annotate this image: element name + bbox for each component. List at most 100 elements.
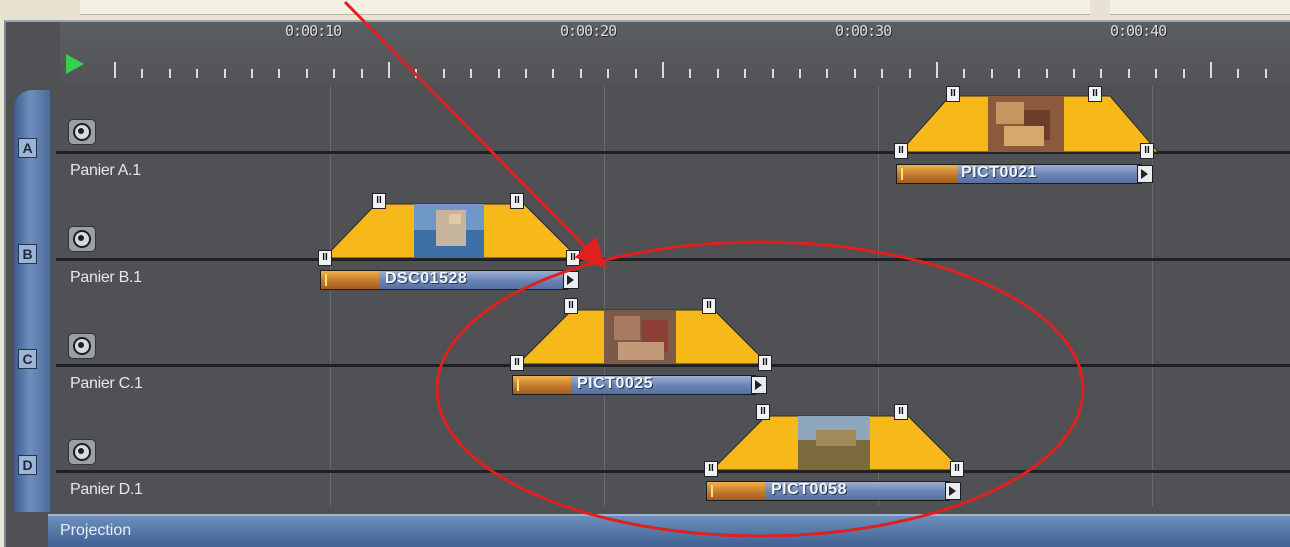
ruler-tick (634, 69, 637, 78)
ruler-tick (415, 69, 418, 78)
clip-bar[interactable]: PICT0025 (512, 375, 767, 395)
keyframe-marker[interactable]: II (702, 298, 716, 314)
track-name: Panier B.1 (70, 269, 142, 286)
clip-progress (707, 482, 765, 500)
time-ruler[interactable]: 0:00:10 0:00:20 0:00:30 0:00:40 (60, 22, 1290, 84)
keyframe-marker[interactable]: II (1140, 143, 1154, 159)
speaker-icon[interactable] (68, 333, 96, 359)
fade-envelope[interactable] (712, 412, 968, 472)
ruler-tick (963, 69, 966, 78)
keyframe-marker[interactable]: II (318, 250, 332, 266)
ruler-tick (662, 62, 664, 78)
clip-end-arrow-icon[interactable] (1137, 165, 1153, 183)
speaker-icon[interactable] (68, 119, 96, 145)
track-line (56, 258, 1290, 261)
track-name: Panier A.1 (70, 162, 141, 179)
clip-bar[interactable]: PICT0021 (896, 164, 1153, 184)
speaker-icon[interactable] (68, 226, 96, 252)
ruler-tick (908, 69, 911, 78)
ruler-tick (881, 69, 884, 78)
ruler-tick (1018, 69, 1021, 78)
keyframe-marker[interactable]: II (950, 461, 964, 477)
ruler-tick (936, 62, 938, 78)
clip-progress (513, 376, 571, 394)
timecode-label: 0:00:20 (560, 22, 617, 40)
track-line (56, 470, 1290, 473)
keyframe-marker[interactable]: II (372, 193, 386, 209)
clip-bar[interactable]: PICT0058 (706, 481, 961, 501)
ruler-tick (1182, 69, 1185, 78)
fade-envelope[interactable] (900, 92, 1160, 154)
keyframe-marker[interactable]: II (564, 298, 578, 314)
ruler-tick (1210, 62, 1212, 78)
keyframe-marker[interactable]: II (510, 355, 524, 371)
ruler-tick (223, 69, 226, 78)
keyframe-marker[interactable]: II (510, 193, 524, 209)
ruler-tick (497, 69, 500, 78)
keyframe-marker[interactable]: II (894, 404, 908, 420)
ruler-tick (826, 69, 829, 78)
clip-caret (901, 168, 903, 180)
ruler-tick (470, 69, 473, 78)
clip-end-arrow-icon[interactable] (751, 376, 767, 394)
speaker-icon[interactable] (68, 439, 96, 465)
ruler-tick (1045, 69, 1048, 78)
ruler-tick (1155, 69, 1158, 78)
track-letter-d[interactable]: D (18, 455, 37, 475)
ruler-tick (552, 69, 555, 78)
clip-name: DSC01528 (385, 270, 468, 287)
clip-name: PICT0058 (771, 481, 848, 498)
grid-line (330, 86, 331, 506)
clip-progress (897, 165, 957, 183)
track-letter-a[interactable]: A (18, 138, 37, 158)
keyframe-marker[interactable]: II (566, 250, 580, 266)
ruler-tick (1237, 69, 1240, 78)
ruler-tick (251, 69, 253, 78)
clip-bar[interactable]: DSC01528 (320, 270, 579, 290)
clip-end-arrow-icon[interactable] (945, 482, 961, 500)
storyboard-timeline-window: 0:00:10 0:00:20 0:00:30 0:00:40 A Panier… (0, 0, 1290, 547)
clip-caret (325, 274, 327, 286)
fade-envelope[interactable] (324, 200, 584, 260)
play-icon[interactable] (66, 54, 84, 74)
ruler-tick (360, 69, 363, 78)
keyframe-marker[interactable]: II (1088, 86, 1102, 102)
ruler-tick (442, 69, 445, 78)
clip-name: PICT0021 (961, 164, 1038, 181)
ruler-tick (278, 69, 281, 78)
clip-caret (711, 485, 713, 497)
status-bar: Projection (48, 514, 1290, 547)
ruler-tick (771, 69, 774, 78)
ruler-tick (305, 69, 308, 78)
track-name: Panier C.1 (70, 375, 143, 392)
ruler-tick (744, 69, 747, 78)
ruler-tick (525, 69, 527, 78)
ruler-tick (579, 69, 582, 78)
ruler-tick (853, 69, 856, 78)
ruler-tick (990, 69, 993, 78)
ruler-tick (1073, 69, 1075, 78)
timecode-label: 0:00:40 (1110, 22, 1167, 40)
track-letter-c[interactable]: C (18, 349, 37, 369)
clip-end-arrow-icon[interactable] (563, 271, 579, 289)
top-toolbar-strip (0, 0, 1290, 22)
ruler-tick (196, 69, 199, 78)
keyframe-marker[interactable]: II (704, 461, 718, 477)
ruler-tick (689, 69, 692, 78)
clip-progress (321, 271, 379, 289)
keyframe-marker[interactable]: II (758, 355, 772, 371)
ruler-tick (716, 69, 719, 78)
ruler-tick (1127, 69, 1130, 78)
track-letter-b[interactable]: B (18, 244, 37, 264)
keyframe-marker[interactable]: II (946, 86, 960, 102)
status-label: Projection (60, 522, 132, 539)
ruler-tick (607, 69, 610, 78)
fade-envelope[interactable] (518, 306, 774, 366)
toolbar-field-right (1110, 0, 1290, 15)
ruler-tick (114, 62, 116, 78)
keyframe-marker[interactable]: II (756, 404, 770, 420)
ruler-tick (168, 69, 171, 78)
keyframe-marker[interactable]: II (894, 143, 908, 159)
ruler-tick (388, 62, 390, 78)
timecode-label: 0:00:10 (285, 22, 342, 40)
